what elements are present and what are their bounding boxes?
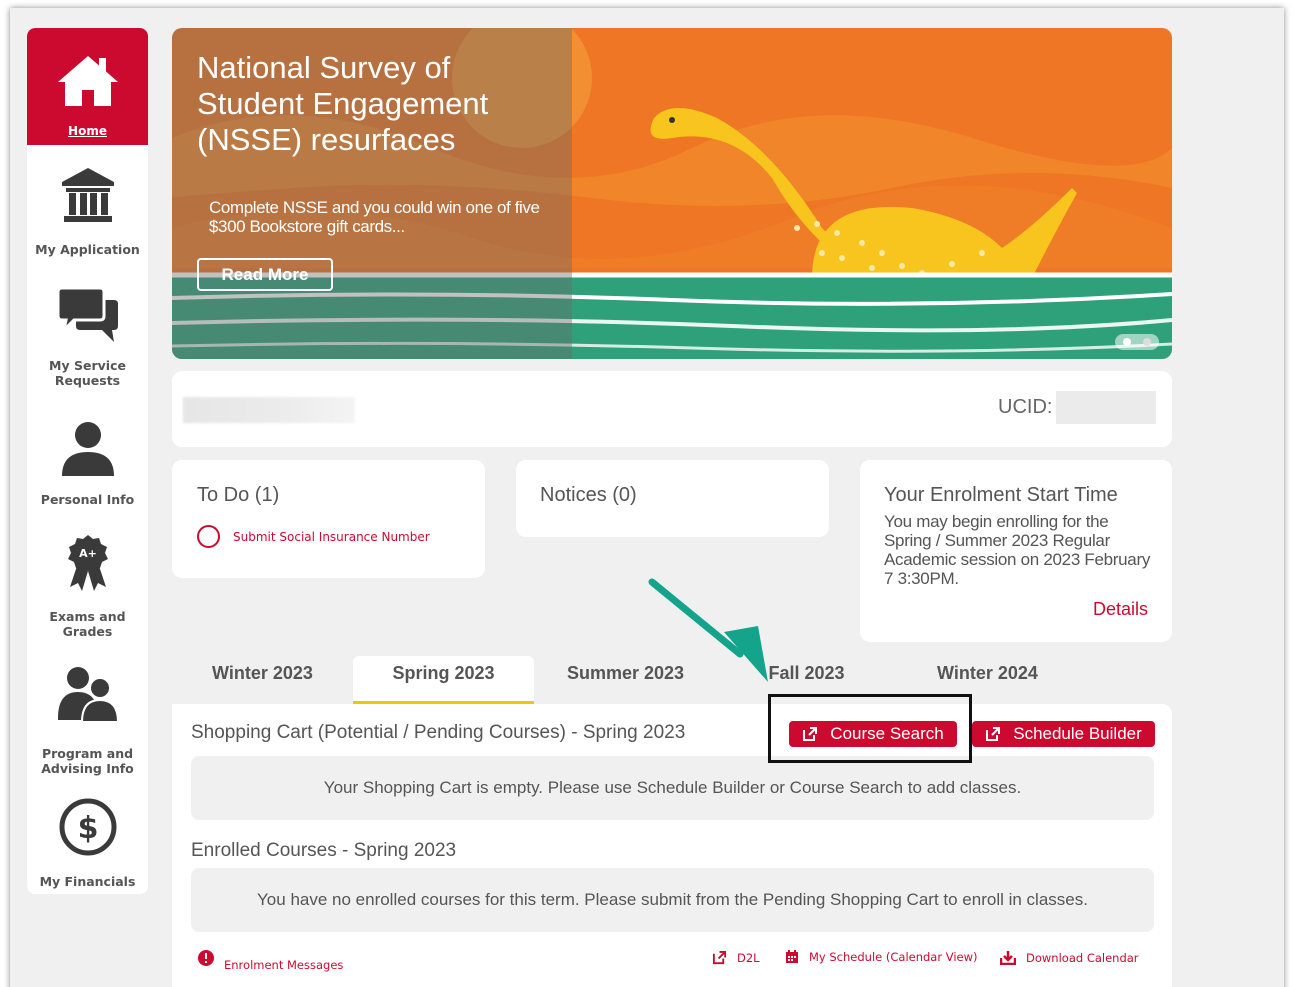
sidebar-item-personal-info[interactable]: Personal Info bbox=[27, 418, 148, 507]
enrolment-description: You may begin enrolling for the Spring /… bbox=[884, 512, 1151, 588]
sidebar-item-exams-and-grades[interactable]: A+ Exams and Grades bbox=[27, 533, 148, 639]
sidebar-item-label: Personal Info bbox=[40, 492, 135, 507]
sidebar-item-label: My Application bbox=[35, 242, 140, 257]
circle-outline-icon bbox=[197, 525, 220, 548]
banner-description: Complete NSSE and you could win one of f… bbox=[209, 198, 540, 236]
institution-icon bbox=[61, 168, 114, 222]
enrolled-courses-empty-message: You have no enrolled courses for this te… bbox=[191, 868, 1154, 932]
external-link-icon bbox=[803, 727, 818, 741]
download-calendar-label: Download Calendar bbox=[1026, 950, 1139, 965]
todo-item[interactable]: Submit Social Insurance Number bbox=[197, 525, 430, 548]
course-search-button[interactable]: Course Search bbox=[789, 721, 957, 747]
news-banner: National Survey of Student Engagement (N… bbox=[172, 28, 1172, 359]
enrolment-start-card: Your Enrolment Start Time You may begin … bbox=[860, 460, 1172, 642]
dollar-circle-icon: $ bbox=[59, 798, 116, 856]
sidebar-item-label: Grades bbox=[62, 624, 113, 639]
my-schedule-link[interactable]: My Schedule (Calendar View) bbox=[785, 950, 978, 964]
sidebar-item-program-advising[interactable]: Program and Advising Info bbox=[27, 664, 148, 776]
read-more-button[interactable]: Read More bbox=[197, 258, 333, 291]
notices-title[interactable]: Notices (0) bbox=[540, 484, 637, 507]
todo-card: To Do (1) Submit Social Insurance Number bbox=[172, 460, 485, 578]
sidebar-nav: Home My Application My Service Requests … bbox=[27, 28, 148, 894]
sidebar-item-my-service-requests[interactable]: My Service Requests bbox=[27, 286, 148, 388]
schedule-builder-label: Schedule Builder bbox=[1013, 724, 1142, 743]
course-search-label: Course Search bbox=[830, 724, 944, 743]
download-calendar-link[interactable]: Download Calendar bbox=[1000, 950, 1139, 965]
details-link[interactable]: Details bbox=[1093, 599, 1148, 620]
download-icon bbox=[1000, 951, 1016, 965]
banner-title: National Survey of Student Engagement (N… bbox=[197, 50, 489, 157]
tab-spring-2023[interactable]: Spring 2023 bbox=[353, 656, 534, 704]
sidebar-item-label: Home bbox=[68, 124, 107, 138]
enrolment-title: Your Enrolment Start Time bbox=[884, 484, 1118, 506]
carousel-dot-active[interactable] bbox=[1123, 338, 1131, 346]
notices-card: Notices (0) bbox=[516, 460, 829, 537]
carousel-dot[interactable] bbox=[1143, 338, 1151, 346]
sidebar-item-my-application[interactable]: My Application bbox=[27, 166, 148, 257]
my-schedule-label: My Schedule (Calendar View) bbox=[809, 950, 978, 964]
d2l-link[interactable]: D2L bbox=[712, 950, 760, 965]
enrolment-messages-label: Enrolment Messages bbox=[224, 958, 344, 972]
enrolment-messages-link[interactable]: Enrolment Messages bbox=[198, 950, 343, 972]
award-ribbon-icon: A+ bbox=[67, 535, 108, 591]
svg-text:$: $ bbox=[77, 811, 98, 846]
todo-item-label: Submit Social Insurance Number bbox=[233, 529, 430, 544]
external-link-icon bbox=[712, 950, 727, 965]
svg-text:A+: A+ bbox=[79, 547, 97, 560]
tab-winter-2023[interactable]: Winter 2023 bbox=[172, 656, 353, 704]
shopping-cart-empty-message: Your Shopping Cart is empty. Please use … bbox=[191, 756, 1154, 820]
sidebar-item-home[interactable]: Home bbox=[27, 28, 148, 145]
sidebar-item-label: My Financials bbox=[39, 874, 136, 889]
chat-bubbles-icon bbox=[56, 286, 118, 342]
sidebar-item-label: My Service bbox=[49, 358, 126, 373]
tab-fall-2023[interactable]: Fall 2023 bbox=[716, 656, 897, 704]
external-link-icon bbox=[986, 727, 1001, 741]
home-icon bbox=[57, 56, 118, 106]
tab-summer-2023[interactable]: Summer 2023 bbox=[535, 656, 716, 704]
todo-title[interactable]: To Do (1) bbox=[197, 484, 279, 507]
redacted-ucid-value bbox=[1056, 391, 1156, 424]
sidebar-item-label: Exams and bbox=[49, 609, 126, 624]
tab-winter-2024[interactable]: Winter 2024 bbox=[897, 656, 1078, 704]
redacted-student-name bbox=[183, 397, 355, 423]
sidebar-item-my-financials[interactable]: $ My Financials bbox=[27, 796, 148, 889]
shopping-cart-title: Shopping Cart (Potential / Pending Cours… bbox=[191, 722, 686, 743]
calendar-icon bbox=[786, 950, 798, 963]
student-identity-card: UCID: bbox=[172, 371, 1172, 447]
enrolled-courses-title: Enrolled Courses - Spring 2023 bbox=[191, 840, 457, 861]
ucid-label: UCID: bbox=[998, 396, 1053, 418]
advisor-icon bbox=[57, 667, 119, 723]
sidebar-item-label: Program and bbox=[41, 746, 134, 761]
sidebar-item-label: Requests bbox=[54, 373, 121, 388]
carousel-indicator[interactable] bbox=[1115, 334, 1159, 350]
schedule-builder-button[interactable]: Schedule Builder bbox=[972, 721, 1155, 747]
person-icon bbox=[61, 422, 114, 476]
term-panel: Shopping Cart (Potential / Pending Cours… bbox=[172, 704, 1172, 987]
d2l-label: D2L bbox=[737, 950, 760, 965]
sidebar-item-label: Advising Info bbox=[41, 761, 134, 776]
alert-circle-icon bbox=[198, 950, 214, 966]
